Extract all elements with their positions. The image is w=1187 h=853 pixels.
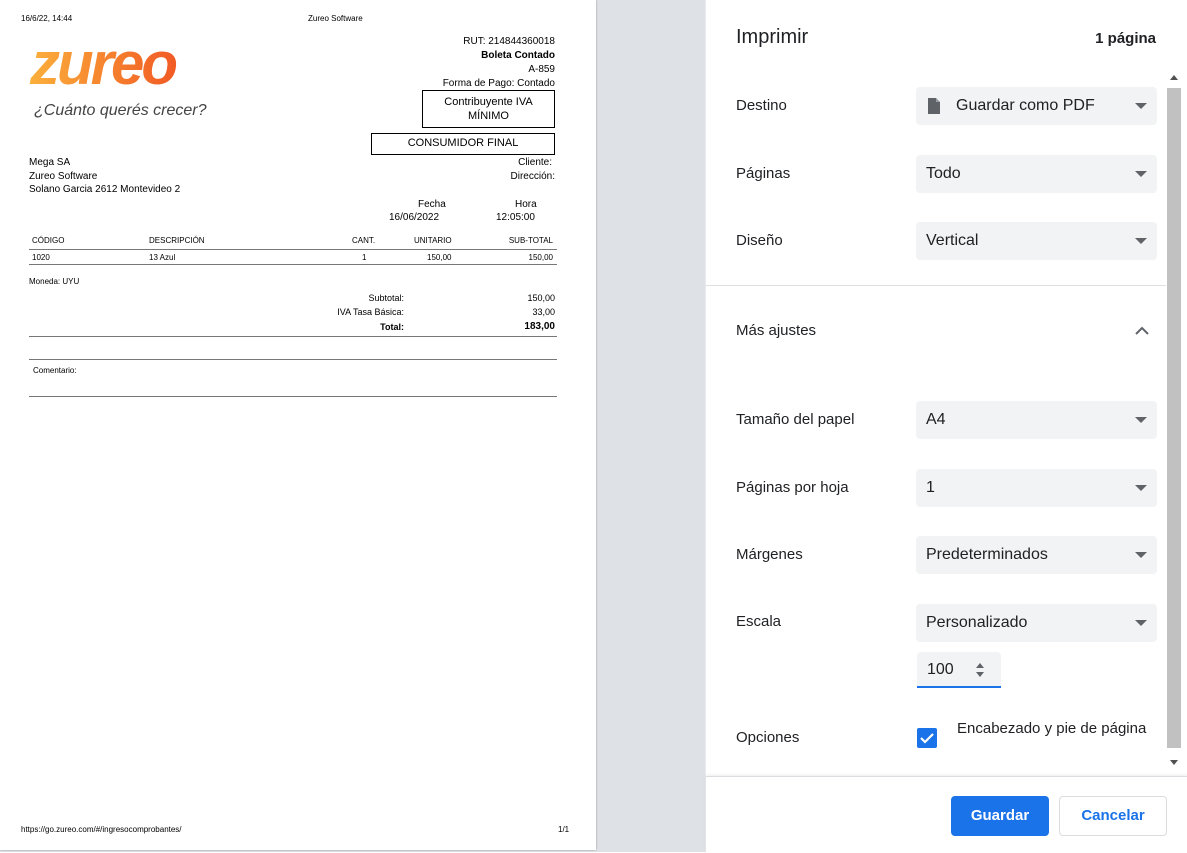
print-header-datetime: 16/6/22, 14:44 [21, 14, 73, 23]
scroll-thumb[interactable] [1167, 88, 1181, 748]
doc-number: A-859 [528, 64, 555, 75]
diseno-label: Diseño [736, 232, 783, 249]
software-name: Zureo Software [29, 171, 98, 182]
tamano-value: A4 [926, 411, 946, 428]
diseno-select[interactable]: Vertical [916, 222, 1157, 260]
scroll-up-icon[interactable] [1170, 75, 1178, 80]
print-settings-panel: Imprimir 1 página Destino Guardar como P… [705, 0, 1187, 853]
paginas-value: Todo [926, 165, 961, 182]
company-address: Solano Garcia 2612 Montevideo 2 [29, 184, 181, 195]
scale-number-value: 100 [927, 661, 954, 678]
iva-box-line2: MÍNIMO [468, 110, 509, 122]
col-subtotal: SUB-TOTAL [508, 236, 553, 245]
iva-label: IVA Tasa Básica: [337, 307, 404, 317]
escala-select[interactable]: Personalizado [916, 604, 1157, 642]
col-unit: UNITARIO [414, 236, 452, 245]
totals-rule [29, 336, 557, 337]
client-label: Cliente: [518, 157, 552, 168]
opciones-label: Opciones [736, 729, 800, 746]
print-footer-page: 1/1 [558, 825, 570, 834]
company-name: Mega SA [29, 157, 71, 168]
total-label: Total: [380, 322, 404, 332]
margenes-label: Márgenes [736, 546, 803, 563]
print-header-title: Zureo Software [308, 14, 363, 23]
col-code: CÓDIGO [32, 236, 65, 245]
rut: RUT: 214844360018 [463, 36, 555, 47]
chevron-down-icon [1135, 620, 1147, 626]
escala-label: Escala [736, 613, 782, 630]
iva-value: 33,00 [532, 307, 555, 317]
margenes-value: Predeterminados [926, 546, 1048, 563]
chevron-down-icon [1135, 103, 1147, 109]
settings-scrollbar[interactable] [1167, 70, 1181, 770]
date-label: Fecha [418, 199, 446, 210]
panel-title: Imprimir [736, 26, 809, 48]
currency: Moneda: UYU [29, 277, 80, 286]
iva-box-line1: Contribuyente IVA [444, 96, 533, 108]
panel-footer: Guardar Cancelar [706, 776, 1187, 853]
tamano-select[interactable]: A4 [916, 401, 1157, 439]
paginas-select[interactable]: Todo [916, 155, 1157, 193]
document-icon [928, 98, 940, 114]
time-value: 12:05:00 [496, 212, 535, 223]
logo-wordmark: zureo [29, 32, 176, 94]
escala-value: Personalizado [926, 614, 1028, 631]
address-label: Dirección: [510, 171, 555, 182]
page-count: 1 página [1095, 30, 1156, 47]
col-description: DESCRIPCIÓN [149, 236, 205, 245]
destino-label: Destino [736, 97, 787, 114]
comment-top-rule [29, 359, 557, 360]
payment-method: Forma de Pago: Contado [442, 78, 555, 89]
section-divider [706, 285, 1166, 286]
comment-bottom-rule [29, 396, 557, 397]
zureo-logo: zureo [29, 32, 179, 94]
check-icon [920, 733, 934, 744]
iva-box: Contribuyente IVA MÍNIMO [422, 90, 555, 128]
chevron-down-icon [1135, 417, 1147, 423]
chevron-down-icon [1135, 238, 1147, 244]
header-footer-label[interactable]: Encabezado y pie de página [957, 719, 1147, 739]
chevron-up-icon [1135, 326, 1149, 335]
total-value: 183,00 [524, 321, 555, 332]
time-label: Hora [515, 199, 537, 210]
row-unit: 150,00 [427, 253, 452, 262]
row-qty: 1 [362, 253, 367, 262]
margenes-select[interactable]: Predeterminados [916, 536, 1157, 574]
scroll-down-icon[interactable] [1170, 760, 1178, 765]
row-description: 13 Azul [149, 253, 176, 262]
diseno-value: Vertical [926, 232, 979, 249]
print-footer-url: https://go.zureo.com/#/ingresocomprobant… [21, 825, 182, 834]
comment-label: Comentario: [33, 366, 77, 375]
por-hoja-select[interactable]: 1 [916, 469, 1157, 507]
destino-select[interactable]: Guardar como PDF [916, 87, 1157, 125]
scale-number-input[interactable]: 100 [917, 652, 1001, 688]
save-button[interactable]: Guardar [951, 796, 1049, 836]
date-value: 16/06/2022 [389, 212, 440, 223]
header-footer-checkbox[interactable] [917, 728, 937, 748]
row-subtotal: 150,00 [528, 253, 553, 262]
subtotal-value: 150,00 [527, 293, 555, 303]
por-hoja-value: 1 [926, 479, 935, 496]
chevron-down-icon [1135, 171, 1147, 177]
doc-type: Boleta Contado [481, 50, 555, 61]
chevron-down-icon [1135, 552, 1147, 558]
spinner-icon[interactable] [975, 662, 985, 678]
print-preview-area: 16/6/22, 14:44 Zureo Software zureo ¿Cuá… [0, 0, 705, 852]
logo-tagline: ¿Cuánto querés crecer? [34, 102, 207, 119]
col-qty: CANT. [352, 236, 376, 245]
table-bottom-rule [29, 264, 557, 265]
cancel-button[interactable]: Cancelar [1059, 796, 1167, 836]
table-header-rule [29, 249, 557, 250]
tamano-label: Tamaño del papel [736, 411, 855, 428]
mas-ajustes-label: Más ajustes [736, 322, 817, 339]
consumer-box: CONSUMIDOR FINAL [371, 133, 555, 155]
paginas-label: Páginas [736, 165, 791, 182]
por-hoja-label: Páginas por hoja [736, 479, 849, 496]
destino-value: Guardar como PDF [956, 97, 1095, 114]
subtotal-label: Subtotal: [368, 293, 404, 303]
chevron-down-icon [1135, 485, 1147, 491]
preview-page: 16/6/22, 14:44 Zureo Software zureo ¿Cuá… [0, 0, 596, 850]
row-code: 1020 [32, 253, 50, 262]
mas-ajustes-toggle[interactable]: Más ajustes [706, 300, 1166, 362]
